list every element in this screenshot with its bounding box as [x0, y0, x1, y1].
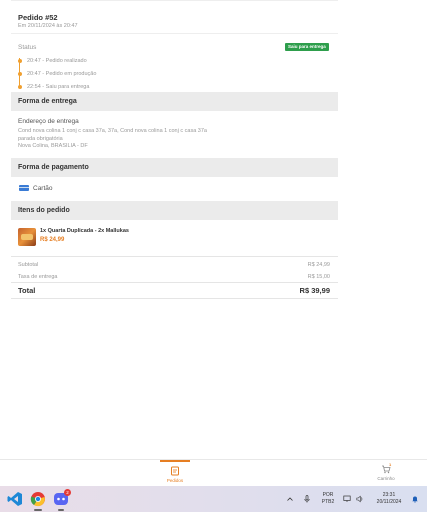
- delivery-section-title: Forma de entrega: [18, 98, 77, 105]
- nav-orders[interactable]: Pedidos: [160, 460, 190, 486]
- timeline-dot: [17, 59, 22, 63]
- timeline-dot: [17, 72, 22, 76]
- divider: [11, 282, 338, 283]
- delivery-section-header: Forma de entrega: [11, 92, 338, 111]
- chevron-up-icon[interactable]: [286, 495, 294, 503]
- order-title: Pedido #52: [18, 13, 58, 22]
- timeline-step: 20:47 - Pedido realizado: [27, 58, 87, 64]
- clock-time: 23:31: [382, 492, 396, 498]
- address-line: Nova Colina, BRASILIA - DF: [18, 143, 88, 149]
- order-date: Em 20/11/2024 às 20:47: [18, 23, 78, 29]
- network-icon[interactable]: [343, 495, 351, 503]
- timeline-step: 20:47 - Pedido em produção: [27, 71, 97, 77]
- nav-cart-label: Carrinho: [377, 476, 395, 481]
- divider: [11, 298, 338, 299]
- clock-date: 20/11/2024: [376, 498, 402, 505]
- nav-orders-label: Pedidos: [166, 478, 184, 483]
- total-label: Total: [18, 286, 36, 295]
- keyboard-layout: PTB2: [321, 498, 335, 505]
- item-name: 1x Quarta Duplicada - 2x Mallukas: [40, 228, 129, 234]
- nav-cart[interactable]: 1 Carrinho: [371, 460, 401, 486]
- windows-taskbar: 2 POR PTB2 23:31 20/11/2024: [0, 486, 427, 512]
- status-badge: Saiu para entrega: [285, 43, 329, 51]
- language-indicator[interactable]: POR PTB2: [318, 492, 338, 505]
- address-title: Endereço de entrega: [18, 118, 79, 125]
- app-root: Pedido #52 Em 20/11/2024 às 20:47 Status…: [0, 0, 427, 512]
- cart-count-badge: 1: [389, 462, 392, 467]
- discord-running-indicator: [58, 509, 64, 511]
- language-code: POR: [322, 492, 334, 498]
- notification-bell-icon[interactable]: [411, 495, 419, 503]
- total-value: R$ 39,99: [299, 286, 330, 295]
- delivery-fee-value: R$ 15,00: [307, 274, 330, 280]
- delivery-fee-label: Taxa de entrega: [18, 274, 58, 280]
- chrome-active-indicator: [34, 509, 42, 511]
- timeline-step: 22:54 - Saiu para entrega: [27, 84, 90, 90]
- receipt-icon: [171, 466, 179, 476]
- item-image: [18, 228, 36, 246]
- order-detail-panel: Pedido #52 Em 20/11/2024 às 20:47 Status…: [11, 0, 338, 458]
- payment-section-header: Forma de pagamento: [11, 158, 338, 177]
- status-label: Status: [18, 44, 37, 51]
- address-line: parada obrigatória: [18, 136, 63, 142]
- microphone-icon[interactable]: [303, 495, 311, 503]
- payment-section-title: Forma de pagamento: [18, 164, 89, 171]
- timeline-dot: [17, 85, 22, 89]
- credit-card-icon: [19, 185, 29, 191]
- speaker-icon[interactable]: [356, 495, 364, 503]
- order-header: Pedido #52 Em 20/11/2024 às 20:47: [11, 0, 338, 34]
- payment-method: Cartão: [33, 185, 53, 192]
- items-section-title: Itens do pedido: [18, 207, 70, 214]
- chrome-icon[interactable]: [30, 491, 46, 507]
- bottom-navigation: Pedidos 1 Carrinho: [0, 459, 427, 485]
- vscode-icon[interactable]: [7, 491, 23, 507]
- clock[interactable]: 23:31 20/11/2024: [370, 492, 408, 505]
- subtotal-label: Subtotal: [18, 262, 39, 268]
- item-price: R$ 24,99: [40, 237, 65, 243]
- items-section-header: Itens do pedido: [11, 201, 338, 220]
- divider: [11, 256, 338, 257]
- discord-notification-badge: 2: [64, 489, 71, 496]
- address-line: Cond nova colina 1 conj c casa 37a, 37a,…: [18, 128, 207, 134]
- subtotal-value: R$ 24,99: [307, 262, 330, 268]
